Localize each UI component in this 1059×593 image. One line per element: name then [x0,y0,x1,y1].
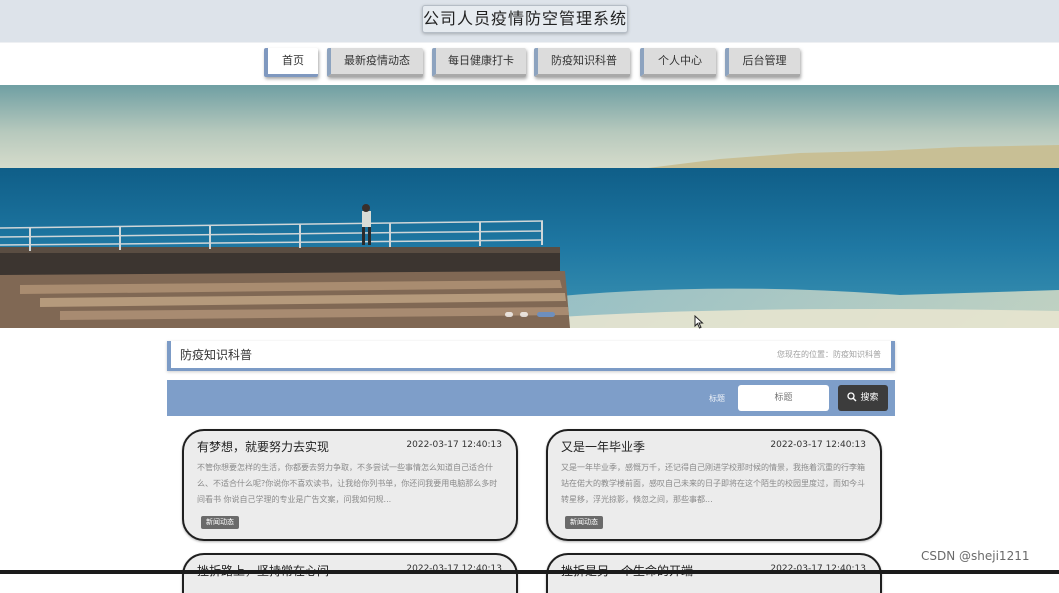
nav-item-health-checkin[interactable]: 每日健康打卡 [432,48,526,77]
carousel-dot[interactable] [520,312,528,317]
article-tag[interactable]: 新闻动态 [565,516,603,529]
nav-item-home[interactable]: 首页 [264,48,318,77]
article-title[interactable]: 又是一年毕业季 [561,438,645,455]
carousel-dot-active[interactable] [537,312,555,317]
search-bar: 标题 搜索 [167,380,895,416]
search-label: 标题 [709,394,725,403]
article-excerpt: 又是一年毕业季，感慨万千，还记得自己刚进学校那时候的情景，我拖着沉重的行李箱站在… [561,463,865,504]
search-button[interactable]: 搜索 [838,385,888,411]
nav-item-personal-center[interactable]: 个人中心 [640,48,716,77]
breadcrumb: 您现在的位置：防疫知识科普 [777,350,881,359]
mouse-cursor-icon [694,315,704,329]
header: 公司人员疫情防空管理系统 [0,0,1059,42]
search-input[interactable] [738,385,829,411]
search-icon [847,392,857,402]
watermark: CSDN @sheji1211 [921,549,1030,563]
article-excerpt: 不管你想要怎样的生活，你都要去努力争取，不多尝试一些事情怎么知道自己适合什么、不… [197,463,498,504]
article-title[interactable]: 有梦想，就要努力去实现 [197,438,329,455]
article-date: 2022-03-17 12:40:13 [770,440,866,450]
navbar: 首页 最新疫情动态 每日健康打卡 防疫知识科普 个人中心 后台管理 [0,42,1059,84]
article-date: 2022-03-17 12:40:13 [406,440,502,450]
nav-item-admin[interactable]: 后台管理 [725,48,800,77]
section-header: 防疫知识科普 您现在的位置：防疫知识科普 [167,341,895,371]
window-bottom-edge [0,570,1059,574]
section-title: 防疫知识科普 [180,348,253,362]
nav-item-latest-news[interactable]: 最新疫情动态 [327,48,423,77]
article-card[interactable]: 有梦想，就要努力去实现 2022-03-17 12:40:13 不管你想要怎样的… [182,429,518,541]
site-title: 公司人员疫情防空管理系统 [422,5,628,33]
search-button-label: 搜索 [860,393,879,403]
nav-item-prevention-knowledge[interactable]: 防疫知识科普 [534,48,630,77]
seaside-pier-image [0,85,1059,328]
carousel-dot[interactable] [505,312,513,317]
article-tag[interactable]: 新闻动态 [201,516,239,529]
hero-banner [0,85,1059,328]
article-card[interactable]: 又是一年毕业季 2022-03-17 12:40:13 又是一年毕业季，感慨万千… [546,429,882,541]
